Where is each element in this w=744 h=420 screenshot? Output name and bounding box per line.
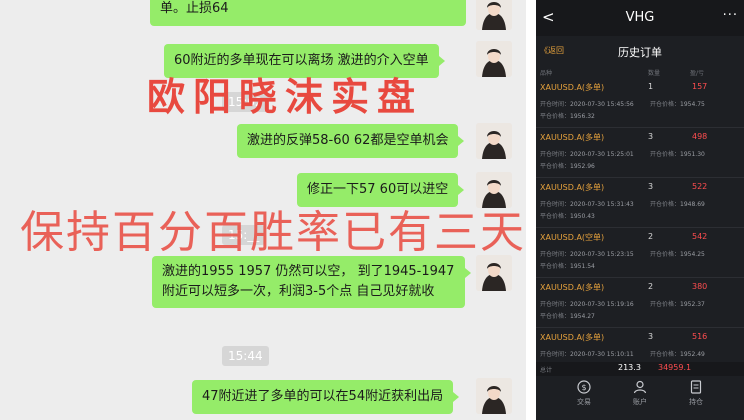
close-price: 平仓价格：1952.96 [540,163,595,170]
more-button[interactable]: ··· [723,8,738,23]
avatar-photo [476,41,512,77]
total-qty: 213.3 [618,363,641,372]
page-title: 历史订单 [618,46,662,59]
open-price: 开仓价格：1954.25 [650,251,705,258]
order-qty: 2 [648,232,654,241]
close-price: 平仓价格：1954.27 [540,313,595,320]
avatar-photo [476,0,512,30]
open-time: 开仓时间：2020-07-30 15:45:56 [540,101,634,108]
watermark-slogan: 保持百分百胜率已有三天 [20,207,526,258]
open-price: 开仓价格：1951.30 [650,151,705,158]
timestamp: 15:44 [222,346,269,366]
order-row[interactable]: XAUUSD.A(多单) 3 498 开仓时间：2020-07-30 15:25… [536,128,744,178]
document-icon [690,380,702,394]
open-price: 开仓价格：1952.49 [650,351,705,358]
svg-text:$: $ [581,383,586,392]
chat-message[interactable]: 激进的反弹58-60 62都是空单机会 [237,124,465,158]
totals-bar: 总计 213.3 34959.1 [536,362,744,376]
chat-message[interactable]: 47附近进了多单的可以在54附近获利出局 [192,380,460,414]
order-list: XAUUSD.A(多单) 1 157 开仓时间：2020-07-30 15:45… [536,78,744,378]
open-price: 开仓价格：1954.75 [650,101,705,108]
sub-header: 《返回 历史订单 [536,40,744,64]
col-qty: 数量 [648,70,661,77]
avatar-photo [476,378,512,414]
tab-trade[interactable]: $ 交易 [554,380,614,407]
open-price: 开仓价格：1948.69 [650,201,705,208]
order-pnl: 542 [692,232,708,241]
message-text: 激进的反弹58-60 62都是空单机会 [247,133,449,148]
close-price: 平仓价格：1950.43 [540,213,595,220]
message-text: 47附近进了多单的可以在54附近获利出局 [202,389,444,404]
open-time: 开仓时间：2020-07-30 15:25:01 [540,151,634,158]
col-pnl: 盈/亏 [690,70,705,77]
order-qty: 1 [648,82,654,91]
trade-icon: $ [577,380,591,394]
message-text: 修正一下57 60可以进空 [307,182,449,197]
user-icon [633,380,647,394]
order-qty: 3 [648,182,654,191]
order-symbol: XAUUSD.A(多单) [540,183,605,192]
order-pnl: 380 [692,282,708,291]
order-symbol: XAUUSD.A(多单) [540,333,605,342]
order-row[interactable]: XAUUSD.A(多单) 2 380 开仓时间：2020-07-30 15:19… [536,278,744,328]
open-price: 开仓价格：1952.37 [650,301,705,308]
avatar-photo [476,255,512,291]
order-pnl: 516 [692,332,708,341]
tab-bar: $ 交易 账户 持仓 [536,376,744,420]
tab-label: 账户 [633,398,647,406]
message-text: 单。止损64 [160,1,229,16]
order-row[interactable]: XAUUSD.A(多单) 1 157 开仓时间：2020-07-30 15:45… [536,78,744,128]
avatar[interactable] [476,255,512,291]
order-row[interactable]: XAUUSD.A(多单) 3 522 开仓时间：2020-07-30 15:31… [536,178,744,228]
totals-label: 总计 [540,367,553,374]
avatar-photo [476,123,512,159]
close-price: 平仓价格：1951.54 [540,263,595,270]
trading-app: < VHG ··· 《返回 历史订单 品种 数量 盈/亏 XAUUSD.A(多单… [536,0,744,420]
app-title: VHG [625,10,655,25]
total-pnl: 34959.1 [658,363,692,372]
order-pnl: 157 [692,82,708,91]
order-qty: 2 [648,282,654,291]
close-price: 平仓价格：1956.32 [540,113,595,120]
watermark-title: 欧阳晓沫实盘 [147,74,424,119]
pane-divider [526,0,536,420]
order-qty: 3 [648,332,654,341]
order-symbol: XAUUSD.A(空单) [540,233,605,242]
order-pnl: 522 [692,182,708,191]
open-time: 开仓时间：2020-07-30 15:10:11 [540,351,634,358]
order-symbol: XAUUSD.A(多单) [540,83,605,92]
order-row[interactable]: XAUUSD.A(空单) 2 542 开仓时间：2020-07-30 15:23… [536,228,744,278]
open-time: 开仓时间：2020-07-30 15:23:15 [540,251,634,258]
avatar[interactable] [476,378,512,414]
message-text: 激进的1955 1957 仍然可以空， 到了1945-1947附近可以短多一次，… [162,264,455,299]
avatar[interactable] [476,41,512,77]
order-pnl: 498 [692,132,708,141]
open-time: 开仓时间：2020-07-30 15:19:16 [540,301,634,308]
order-symbol: XAUUSD.A(多单) [540,133,605,142]
tab-positions[interactable]: 持仓 [666,380,726,407]
tab-account[interactable]: 账户 [610,380,670,407]
avatar[interactable] [476,123,512,159]
tab-label: 交易 [577,398,591,406]
order-qty: 3 [648,132,654,141]
nav-bar: < VHG ··· [536,0,744,36]
tab-label: 持仓 [689,398,703,406]
chat-pane: 单。止损64 60附近的多单现在可以离场 激进的介入空单 15:02 激进的反弹… [0,0,526,420]
chat-message[interactable]: 激进的1955 1957 仍然可以空， 到了1945-1947附近可以短多一次，… [152,256,471,308]
order-symbol: XAUUSD.A(多单) [540,283,605,292]
open-time: 开仓时间：2020-07-30 15:31:43 [540,201,634,208]
avatar[interactable] [476,0,512,30]
chat-message[interactable]: 单。止损64 [150,0,466,26]
col-product: 品种 [540,70,553,77]
